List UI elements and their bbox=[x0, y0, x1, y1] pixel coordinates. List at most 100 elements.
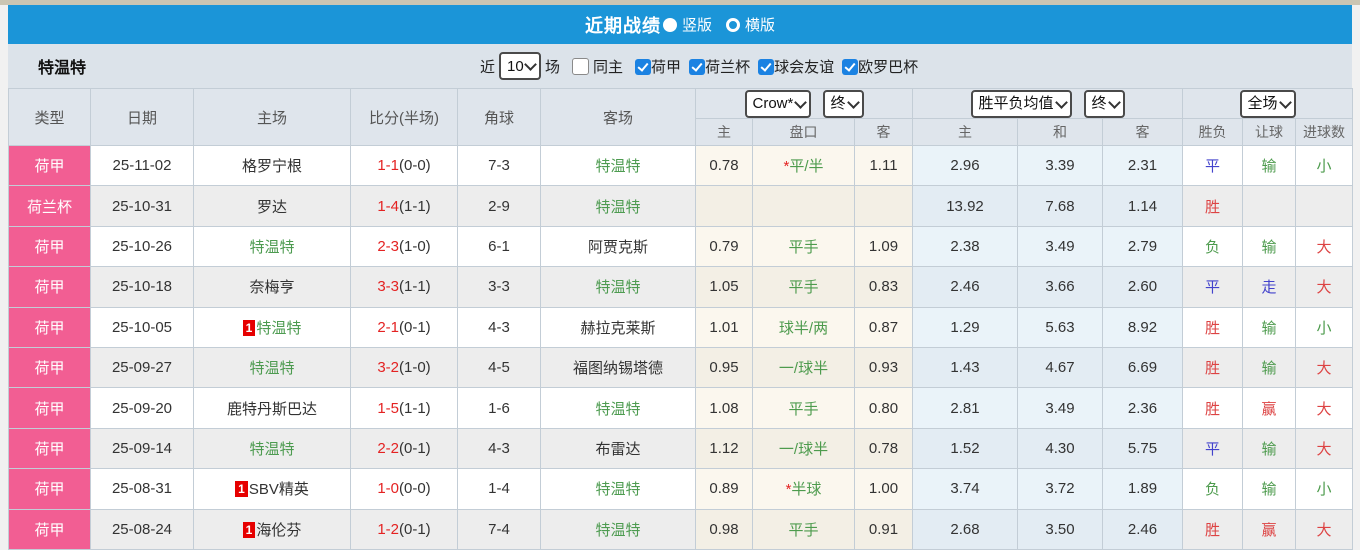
league-checkbox[interactable] bbox=[758, 59, 774, 75]
table-row: 荷甲25-10-18奈梅亨3-3(1-1)3-3特温特1.05平手0.832.4… bbox=[9, 267, 1353, 307]
table-row: 荷甲25-09-20鹿特丹斯巴达1-5(1-1)1-6特温特1.08平手0.80… bbox=[9, 388, 1353, 428]
table-row: 荷甲25-08-241海伦芬1-2(0-1)7-4特温特0.98平手0.912.… bbox=[9, 509, 1353, 549]
date-cell: 25-10-26 bbox=[91, 226, 194, 266]
avg-select[interactable]: 胜平负均值 bbox=[979, 95, 1069, 112]
handicap-cell: 平手 bbox=[753, 509, 855, 549]
table-row: 荷甲25-09-27特温特3-2(1-0)4-5福图纳锡塔德0.95一/球半0.… bbox=[9, 347, 1353, 387]
sub-header-goals: 进球数 bbox=[1296, 119, 1353, 146]
home-team-name: SBV精英 bbox=[249, 481, 309, 498]
odds-home-cell: 0.89 bbox=[696, 469, 753, 509]
handicap-cell: 平手 bbox=[753, 267, 855, 307]
score-cell: 1-5(1-1) bbox=[351, 388, 458, 428]
score-cell: 1-0(0-0) bbox=[351, 469, 458, 509]
away-team-cell: 赫拉克莱斯 bbox=[541, 307, 696, 347]
fulltime-group-header: 全场 bbox=[1183, 89, 1353, 119]
away-team-cell: 特温特 bbox=[541, 388, 696, 428]
odds-away-cell: 1.09 bbox=[855, 226, 913, 266]
odds-home-cell: 0.78 bbox=[696, 146, 753, 186]
handicap-text: 半球 bbox=[791, 481, 821, 498]
avg-away-cell: 2.46 bbox=[1103, 509, 1183, 549]
league-label[interactable]: 球会友谊 bbox=[774, 59, 834, 76]
radio-horizontal-layout[interactable] bbox=[726, 18, 740, 32]
avg-draw-cell: 4.67 bbox=[1018, 347, 1103, 387]
odds-time-select[interactable]: 终 bbox=[831, 95, 861, 112]
fulltime-score: 1-0 bbox=[377, 480, 399, 497]
fulltime-score: 1-5 bbox=[377, 400, 399, 417]
score-cell: 3-2(1-0) bbox=[351, 347, 458, 387]
away-team-cell: 布雷达 bbox=[541, 428, 696, 468]
avg-home-cell: 1.52 bbox=[913, 428, 1018, 468]
avg-away-cell: 1.89 bbox=[1103, 469, 1183, 509]
avg-home-cell: 13.92 bbox=[913, 186, 1018, 226]
match-type-cell: 荷甲 bbox=[9, 428, 91, 468]
result-handicap-cell: 输 bbox=[1243, 347, 1296, 387]
league-checkbox[interactable] bbox=[842, 59, 858, 75]
bookmaker-select-wrapper: Crow* bbox=[745, 90, 811, 118]
bookmaker-select[interactable]: Crow* bbox=[753, 95, 808, 112]
sub-header-odds-home: 主 bbox=[696, 119, 753, 146]
date-cell: 25-10-18 bbox=[91, 267, 194, 307]
score-cell: 2-2(0-1) bbox=[351, 428, 458, 468]
rank-badge: 1 bbox=[243, 522, 256, 538]
radio-horizontal-label[interactable]: 横版 bbox=[745, 14, 775, 35]
odds-group-header: Crow* 终 bbox=[696, 89, 913, 119]
fulltime-score: 2-3 bbox=[377, 238, 399, 255]
same-home-checkbox[interactable] bbox=[572, 58, 589, 75]
result-wdl-cell: 负 bbox=[1183, 226, 1243, 266]
avg-draw-cell: 7.68 bbox=[1018, 186, 1103, 226]
fulltime-select-wrapper: 全场 bbox=[1240, 90, 1296, 118]
odds-away-cell bbox=[855, 186, 913, 226]
away-team-name: 特温特 bbox=[595, 279, 640, 296]
result-goals-cell: 大 bbox=[1296, 509, 1353, 549]
handicap-cell: 平手 bbox=[753, 388, 855, 428]
avg-home-cell: 2.46 bbox=[913, 267, 1018, 307]
handicap-text: 平/半 bbox=[789, 158, 823, 175]
away-team-cell: 特温特 bbox=[541, 146, 696, 186]
date-cell: 25-08-24 bbox=[91, 509, 194, 549]
league-checkbox[interactable] bbox=[635, 59, 651, 75]
handicap-cell: 平手 bbox=[753, 226, 855, 266]
league-label[interactable]: 荷甲 bbox=[651, 59, 681, 76]
avg-group-header: 胜平负均值 终 bbox=[913, 89, 1183, 119]
away-team-cell: 阿贾克斯 bbox=[541, 226, 696, 266]
sub-header-handicap: 盘口 bbox=[753, 119, 855, 146]
odds-away-cell: 0.78 bbox=[855, 428, 913, 468]
home-team-cell: 奈梅亨 bbox=[194, 267, 351, 307]
table-row: 荷甲25-09-14特温特2-2(0-1)4-3布雷达1.12一/球半0.781… bbox=[9, 428, 1353, 468]
home-team-cell: 1海伦芬 bbox=[194, 509, 351, 549]
result-wdl-cell: 平 bbox=[1183, 428, 1243, 468]
home-team-cell: 罗达 bbox=[194, 186, 351, 226]
match-type-cell: 荷甲 bbox=[9, 509, 91, 549]
score-cell: 1-4(1-1) bbox=[351, 186, 458, 226]
corner-cell: 4-5 bbox=[458, 347, 541, 387]
league-label[interactable]: 欧罗巴杯 bbox=[858, 59, 918, 76]
recent-count-select[interactable]: 10 bbox=[507, 58, 538, 75]
match-type-cell: 荷甲 bbox=[9, 469, 91, 509]
away-team-name: 特温特 bbox=[595, 199, 640, 216]
league-filters: 荷甲 荷兰杯 球会友谊 欧罗巴杯 bbox=[627, 56, 918, 77]
result-wdl-cell: 胜 bbox=[1183, 347, 1243, 387]
radio-vertical-label[interactable]: 竖版 bbox=[682, 14, 712, 35]
home-team-name: 特温特 bbox=[256, 320, 301, 337]
sub-header-avg-away: 客 bbox=[1103, 119, 1183, 146]
fulltime-select[interactable]: 全场 bbox=[1248, 95, 1293, 112]
table-row: 荷甲25-10-26特温特2-3(1-0)6-1阿贾克斯0.79平手1.092.… bbox=[9, 226, 1353, 266]
home-team-name: 海伦芬 bbox=[256, 522, 301, 539]
fulltime-score: 3-3 bbox=[377, 278, 399, 295]
avg-away-cell: 5.75 bbox=[1103, 428, 1183, 468]
league-label[interactable]: 荷兰杯 bbox=[705, 59, 750, 76]
table-row: 荷甲25-10-051特温特2-1(0-1)4-3赫拉克莱斯1.01球半/两0.… bbox=[9, 307, 1353, 347]
match-type-cell: 荷甲 bbox=[9, 146, 91, 186]
handicap-text: 平手 bbox=[788, 401, 818, 418]
avg-time-select[interactable]: 终 bbox=[1092, 95, 1122, 112]
result-wdl-cell: 胜 bbox=[1183, 307, 1243, 347]
sub-header-avg-draw: 和 bbox=[1018, 119, 1103, 146]
avg-home-cell: 1.29 bbox=[913, 307, 1018, 347]
result-wdl-cell: 负 bbox=[1183, 469, 1243, 509]
score-cell: 3-3(1-1) bbox=[351, 267, 458, 307]
same-home-label[interactable]: 同主 bbox=[593, 56, 623, 77]
odds-away-cell: 0.80 bbox=[855, 388, 913, 428]
league-checkbox[interactable] bbox=[689, 59, 705, 75]
date-cell: 25-09-20 bbox=[91, 388, 194, 428]
radio-vertical-layout[interactable] bbox=[663, 18, 677, 32]
